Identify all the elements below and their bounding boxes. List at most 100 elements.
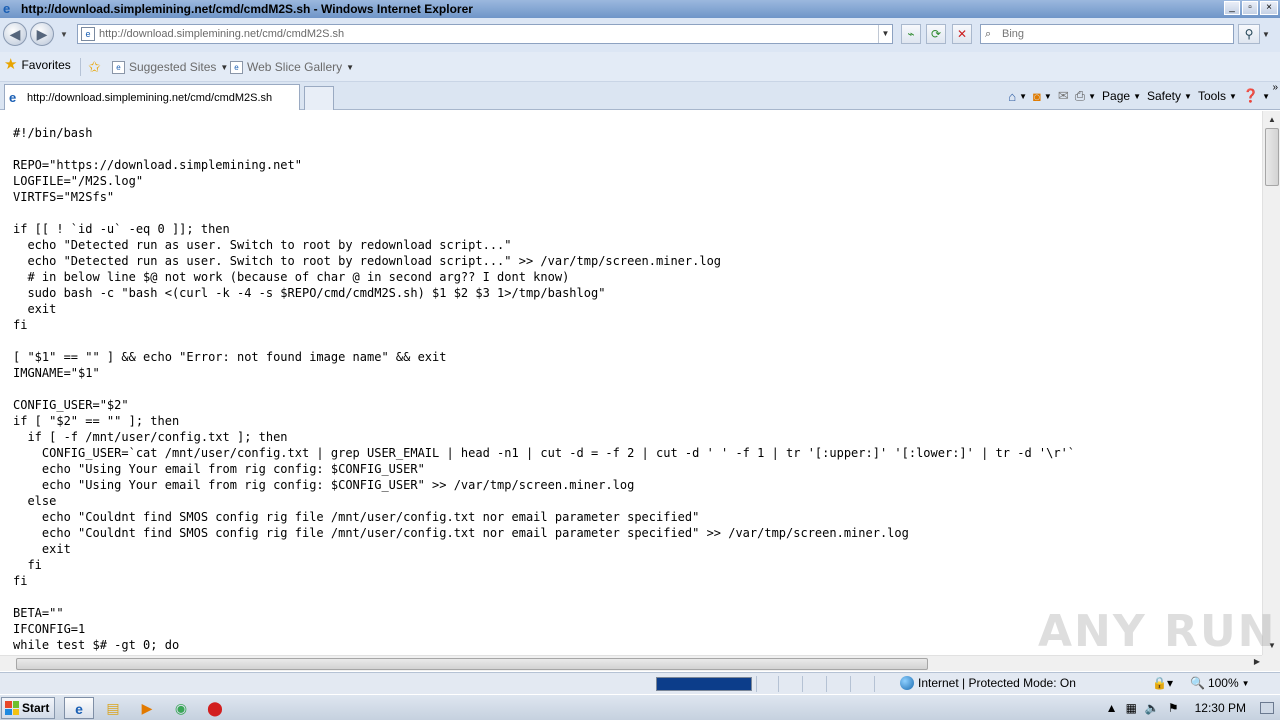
status-cell	[850, 676, 851, 692]
status-cell	[756, 676, 757, 692]
start-button[interactable]: Start	[1, 697, 55, 719]
clock[interactable]: 12:30 PM	[1195, 701, 1246, 715]
progress-fill	[657, 678, 751, 690]
network-icon[interactable]: ▦	[1126, 701, 1137, 715]
search-input[interactable]: Bing	[1002, 28, 1024, 40]
status-cell	[778, 676, 779, 692]
address-bar[interactable]: e http://download.simplemining.net/cmd/c…	[77, 24, 893, 44]
taskbar-internet-explorer[interactable]: e	[64, 697, 94, 719]
volume-icon[interactable]: 🔈	[1145, 701, 1160, 715]
globe-icon	[900, 676, 914, 690]
chevron-down-icon: ▼	[220, 62, 229, 72]
address-input[interactable]: http://download.simplemining.net/cmd/cmd…	[99, 28, 878, 40]
suggested-sites-link[interactable]: e Suggested Sites ▼	[112, 60, 228, 74]
code-line: LOGFILE="/M2S.log"	[13, 174, 144, 188]
code-line: VIRTFS="M2Sfs"	[13, 190, 115, 204]
zoom-icon: 🔍	[1190, 676, 1205, 690]
compatibility-view-button[interactable]: ⌁	[901, 24, 921, 44]
print-button[interactable]: ⎙ ▼	[1075, 88, 1096, 104]
close-button[interactable]: ×	[1260, 1, 1278, 15]
feeds-button[interactable]: ◙ ▼	[1033, 89, 1052, 104]
code-line: REPO="https://download.simplemining.net"	[13, 158, 302, 172]
status-cell	[802, 676, 803, 692]
code-line: echo "Couldnt find SMOS config rig file …	[13, 526, 909, 540]
mail-icon: ✉	[1057, 88, 1069, 103]
window-controls: _ ▫ ×	[1224, 1, 1278, 15]
help-icon: ❓	[1242, 88, 1260, 103]
title-bar: e http://download.simplemining.net/cmd/c…	[0, 0, 1280, 18]
status-bar: Internet | Protected Mode: On 🔒▾ 🔍 100% …	[0, 672, 1280, 694]
system-tray: ▲ ▦ 🔈 ⚑ 12:30 PM	[1106, 697, 1280, 719]
command-bar: ⌂ ▼ ◙ ▼ ✉ ⎙ ▼ Page ▼ Safety ▼ Tools ▼ ❓ ▼	[1008, 86, 1270, 106]
horizontal-scroll-thumb[interactable]	[16, 658, 928, 670]
code-line: echo "Couldnt find SMOS config rig file …	[13, 510, 700, 524]
start-label: Start	[22, 701, 50, 715]
status-cell	[874, 676, 875, 692]
maximize-button[interactable]: ▫	[1242, 1, 1258, 15]
page-menu[interactable]: Page ▼	[1102, 89, 1141, 103]
code-line: fi	[13, 574, 28, 588]
lock-icon[interactable]: 🔒▾	[1152, 676, 1173, 690]
vertical-scrollbar[interactable]: ▲ ▼	[1262, 111, 1280, 655]
tools-menu[interactable]: Tools ▼	[1198, 89, 1237, 103]
taskbar-explorer-folder-icon[interactable]: ▤	[98, 697, 128, 719]
vertical-scroll-thumb[interactable]	[1265, 128, 1279, 186]
stop-button[interactable]: ✕	[952, 24, 972, 44]
add-to-favorites-icon[interactable]: ✩	[88, 58, 101, 76]
tab-bar: e http://download.simplemining.net/cmd/c…	[0, 82, 1280, 110]
code-line: fi	[13, 318, 28, 332]
horizontal-scrollbar[interactable]: ▶	[0, 655, 1262, 671]
safety-menu[interactable]: Safety ▼	[1147, 89, 1192, 103]
favorites-label: Favorites	[21, 58, 71, 72]
more-commands-icon[interactable]: »	[1272, 82, 1278, 93]
show-hidden-icons-icon[interactable]: ▲	[1106, 701, 1118, 715]
search-button[interactable]: ⚲	[1238, 24, 1260, 44]
code-line: else	[13, 494, 57, 508]
favorites-star-icon: ★	[4, 56, 18, 73]
web-slice-gallery-label: Web Slice Gallery	[247, 60, 343, 74]
taskbar-security-app-icon[interactable]: ⬤	[200, 697, 230, 719]
code-line: IMGNAME="$1"	[13, 366, 100, 380]
action-center-flag-icon[interactable]: ⚑	[1168, 701, 1179, 715]
search-options-dropdown-icon[interactable]: ▼	[1262, 30, 1270, 39]
zoom-control[interactable]: 🔍 100% ▼	[1190, 676, 1250, 690]
code-line: sudo bash -c "bash <(curl -k -4 -s $REPO…	[13, 286, 606, 300]
code-line: if [ -f /mnt/user/config.txt ]; then	[13, 430, 288, 444]
rss-icon: ◙	[1033, 88, 1041, 104]
security-zone[interactable]: Internet | Protected Mode: On	[900, 676, 1076, 690]
favorites-button[interactable]: ★ Favorites	[4, 56, 71, 73]
page-icon: e	[81, 27, 95, 41]
taskbar-chrome-icon[interactable]: ◉	[166, 697, 196, 719]
minimize-button[interactable]: _	[1224, 1, 1240, 15]
recent-pages-dropdown-icon[interactable]: ▼	[60, 30, 68, 39]
taskbar-media-player-icon[interactable]: ▶	[132, 697, 162, 719]
back-button[interactable]: ◀	[3, 22, 27, 46]
forward-button[interactable]: ▶	[30, 22, 54, 46]
favorites-bar: ★ Favorites ✩ e Suggested Sites ▼ e Web …	[0, 52, 1280, 82]
scroll-right-icon[interactable]: ▶	[1254, 657, 1260, 666]
help-menu[interactable]: ❓ ▼	[1243, 88, 1270, 104]
web-slice-gallery-link[interactable]: e Web Slice Gallery ▼	[230, 60, 354, 74]
tab-active[interactable]: e http://download.simplemining.net/cmd/c…	[4, 84, 300, 110]
zone-label: Internet | Protected Mode: On	[918, 676, 1076, 690]
new-tab-button[interactable]	[304, 86, 334, 110]
code-line: #!/bin/bash	[13, 126, 93, 140]
suggested-sites-label: Suggested Sites	[129, 60, 217, 74]
progress-bar	[656, 677, 752, 691]
read-mail-button[interactable]: ✉	[1058, 88, 1069, 104]
code-line: while test $# -gt 0; do	[13, 638, 180, 652]
navigation-bar: ◀ ▶ ▼ e http://download.simplemining.net…	[0, 18, 1280, 52]
code-line: if [ "$2" == "" ]; then	[13, 414, 180, 428]
refresh-button[interactable]: ⟳	[926, 24, 946, 44]
home-button[interactable]: ⌂ ▼	[1008, 89, 1027, 104]
code-line: exit	[13, 542, 71, 556]
code-line: BETA=""	[13, 606, 64, 620]
divider	[80, 58, 81, 76]
scroll-up-icon[interactable]: ▲	[1264, 112, 1280, 128]
address-dropdown-icon[interactable]: ▼	[878, 25, 892, 43]
show-desktop-button[interactable]	[1260, 702, 1274, 714]
search-box[interactable]: ⌕ Bing	[980, 24, 1234, 44]
